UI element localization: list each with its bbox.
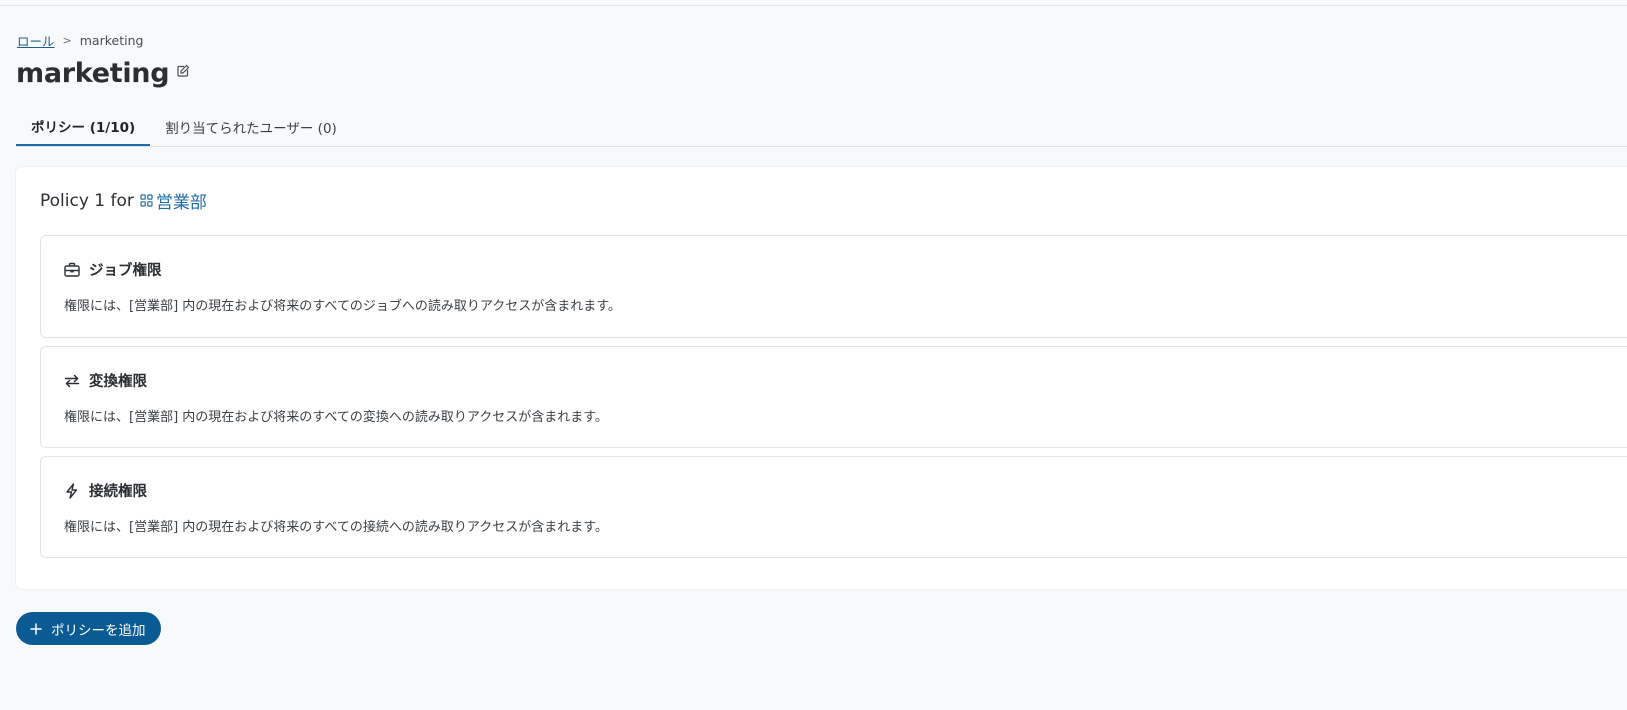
permission-description: 権限には、[営業部] 内の現在および将来のすべての接続への読み取りアクセスが含ま… bbox=[64, 520, 608, 535]
tab-bar: ポリシー (1/10) 割り当てられたユーザー (0) bbox=[16, 108, 1627, 147]
permission-header: ジョブ権限 bbox=[63, 259, 162, 280]
policy-card: Policy 1 for 営業部 ジョブ権限 権限には、[営業部] 内の現在およ… bbox=[16, 167, 1627, 589]
tab-policies[interactable]: ポリシー (1/10) bbox=[16, 108, 151, 146]
plus-icon bbox=[30, 622, 42, 635]
transform-arrows-icon bbox=[63, 372, 81, 390]
add-policy-label: ポリシーを追加 bbox=[51, 622, 146, 639]
page-header: marketing bbox=[16, 58, 190, 89]
breadcrumb-current: marketing bbox=[79, 33, 144, 48]
transform-permission-panel: 変換権限 権限には、[営業部] 内の現在および将来のすべての変換への読み取りアク… bbox=[40, 346, 1627, 448]
permission-name: 変換権限 bbox=[89, 374, 147, 390]
permission-header: 変換権限 bbox=[63, 370, 147, 391]
permission-description: 権限には、[営業部] 内の現在および将来のすべての変換への読み取りアクセスが含ま… bbox=[64, 410, 608, 425]
policy-title: Policy 1 for 営業部 bbox=[40, 188, 207, 214]
permission-header: 接続権限 bbox=[63, 480, 147, 501]
policy-department-link[interactable]: 営業部 bbox=[156, 188, 207, 213]
page-title: marketing bbox=[16, 58, 170, 89]
tab-assigned-users[interactable]: 割り当てられたユーザー (0) bbox=[150, 108, 352, 145]
edit-icon[interactable] bbox=[176, 64, 190, 78]
breadcrumb: ロール > marketing bbox=[17, 31, 143, 50]
breadcrumb-roles-link[interactable]: ロール bbox=[17, 31, 55, 50]
job-permission-panel: ジョブ権限 権限には、[営業部] 内の現在および将来のすべてのジョブへの読み取り… bbox=[40, 235, 1627, 338]
grid-icon bbox=[140, 194, 153, 207]
permission-name: ジョブ権限 bbox=[89, 263, 162, 279]
add-policy-button[interactable]: ポリシーを追加 bbox=[16, 612, 161, 645]
policy-title-prefix: Policy 1 for bbox=[40, 190, 134, 211]
top-divider bbox=[0, 5, 1627, 6]
breadcrumb-separator: > bbox=[62, 34, 72, 47]
connection-bolt-icon bbox=[63, 482, 81, 500]
briefcase-icon bbox=[63, 261, 81, 279]
connection-permission-panel: 接続権限 権限には、[営業部] 内の現在および将来のすべての接続への読み取りアク… bbox=[40, 456, 1627, 558]
permission-name: 接続権限 bbox=[89, 484, 147, 500]
permission-description: 権限には、[営業部] 内の現在および将来のすべてのジョブへの読み取りアクセスが含… bbox=[64, 299, 621, 314]
